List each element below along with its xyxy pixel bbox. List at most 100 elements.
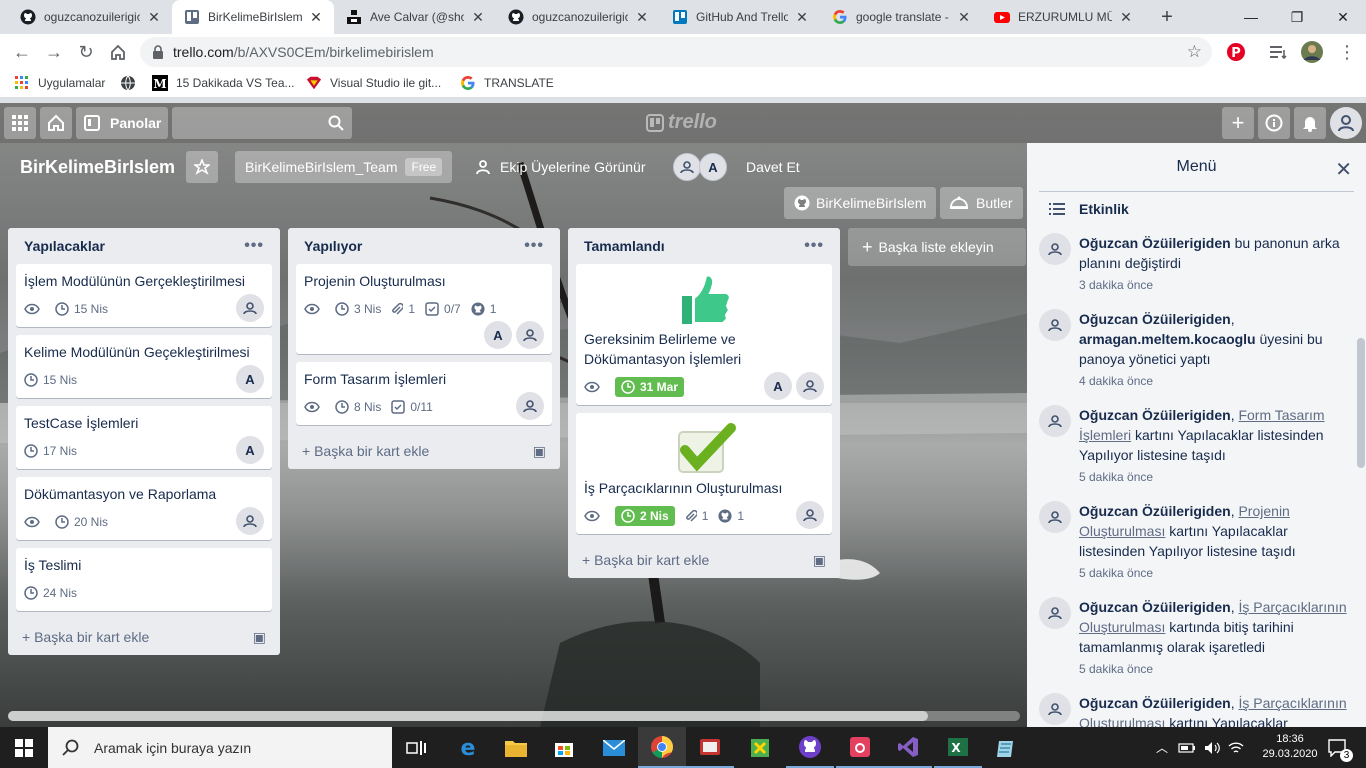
- due-date-complete-badge[interactable]: 31 Mar: [615, 377, 685, 397]
- github-desktop-icon[interactable]: [786, 727, 834, 768]
- add-card-button[interactable]: + Başka bir kart ekle ▣: [568, 542, 840, 578]
- list-title[interactable]: Yapılıyor: [304, 238, 362, 254]
- taskbar-search-input[interactable]: Aramak için buraya yazın: [48, 727, 392, 768]
- create-button[interactable]: +: [1222, 107, 1254, 139]
- minimize-button[interactable]: —: [1228, 0, 1274, 34]
- edge-icon[interactable]: e: [444, 727, 492, 768]
- taskbar-clock[interactable]: 18:36 29.03.2020: [1260, 732, 1320, 762]
- visibility-button[interactable]: Ekip Üyelerine Görünür: [464, 151, 656, 183]
- list-menu-icon[interactable]: •••: [804, 237, 824, 255]
- board-title[interactable]: BirKelimeBirIslem: [20, 157, 175, 178]
- new-tab-button[interactable]: +: [1155, 5, 1179, 29]
- bookmark-item[interactable]: TRANSLATE: [460, 75, 554, 91]
- browser-tab[interactable]: google translate - ✕: [820, 0, 982, 34]
- list-title[interactable]: Tamamlandı: [584, 238, 665, 254]
- star-board-button[interactable]: [186, 151, 218, 183]
- avatar[interactable]: [1039, 501, 1071, 533]
- activity-target-user[interactable]: armagan.meltem.kocaoglu: [1079, 331, 1256, 347]
- activity-time[interactable]: 5 dakika önce: [1079, 565, 1349, 581]
- card[interactable]: Dökümantasyon ve Raporlama 20 Nis: [16, 477, 272, 540]
- avatar[interactable]: [1039, 405, 1071, 437]
- card[interactable]: Kelime Modülünün Geçekleştirilmesi 15 Ni…: [16, 335, 272, 398]
- maximize-button[interactable]: ❐: [1274, 0, 1320, 34]
- add-card-button[interactable]: + Başka bir kart ekle ▣: [8, 619, 280, 655]
- close-icon[interactable]: ✕: [956, 9, 972, 26]
- card[interactable]: İşlem Modülünün Gerçekleştirilmesi 15 Ni…: [16, 264, 272, 327]
- visual-studio-icon[interactable]: [884, 727, 932, 768]
- card-template-icon[interactable]: ▣: [813, 552, 826, 569]
- card-member-avatar[interactable]: [796, 501, 824, 529]
- notes-app-icon[interactable]: [982, 727, 1030, 768]
- list-menu-icon[interactable]: •••: [244, 237, 264, 255]
- menu-vertical-scrollbar[interactable]: [1357, 338, 1365, 468]
- member-menu-avatar[interactable]: [1330, 107, 1362, 139]
- board-member-avatar[interactable]: [673, 153, 701, 181]
- file-explorer-icon[interactable]: [492, 727, 540, 768]
- avatar[interactable]: [1039, 233, 1071, 265]
- activity-user[interactable]: Oğuzcan Özüilerigiden: [1079, 695, 1231, 711]
- activity-time[interactable]: 4 dakika önce: [1079, 373, 1349, 389]
- avatar[interactable]: [1039, 309, 1071, 341]
- activity-user[interactable]: Oğuzcan Özüilerigiden: [1079, 407, 1231, 423]
- card-member-avatar[interactable]: A: [236, 365, 264, 393]
- card[interactable]: İş Parçacıklarının Oluşturulması 2 Nis 1…: [576, 413, 832, 534]
- list-menu-icon[interactable]: •••: [524, 237, 544, 255]
- card-member-avatar[interactable]: A: [484, 321, 512, 349]
- card[interactable]: Gereksinim Belirleme ve Dökümantasyon İş…: [576, 264, 832, 405]
- add-card-button[interactable]: + Başka bir kart ekle ▣: [288, 433, 560, 469]
- close-icon[interactable]: ✕: [794, 9, 810, 26]
- system-tray[interactable]: ︿: [1156, 727, 1244, 768]
- home-button[interactable]: [106, 40, 130, 64]
- activity-time[interactable]: 5 dakika önce: [1079, 661, 1349, 677]
- close-icon[interactable]: ✕: [1335, 157, 1352, 182]
- back-button[interactable]: ←: [10, 40, 34, 64]
- trello-logo[interactable]: trello: [646, 111, 717, 134]
- team-button[interactable]: BirKelimeBirIslem_Team Free: [235, 151, 453, 183]
- card-member-avatar[interactable]: [236, 507, 264, 535]
- card-template-icon[interactable]: ▣: [533, 443, 546, 460]
- board-search-input[interactable]: [172, 107, 352, 139]
- card-member-avatar[interactable]: [796, 372, 824, 400]
- task-view-icon[interactable]: [392, 727, 440, 768]
- butler-button[interactable]: Butler: [940, 187, 1023, 219]
- info-button[interactable]: [1258, 107, 1290, 139]
- browser-tab-active[interactable]: BirKelimeBirIslem | ✕: [172, 0, 334, 34]
- start-button[interactable]: [0, 727, 48, 768]
- boards-button[interactable]: Panolar: [76, 107, 168, 139]
- board-horizontal-scrollbar[interactable]: [8, 711, 1020, 721]
- card-member-avatar[interactable]: [516, 321, 544, 349]
- chrome-menu-icon[interactable]: ⋮: [1336, 41, 1358, 63]
- card-member-avatar[interactable]: [236, 294, 264, 322]
- avatar[interactable]: [1039, 693, 1071, 725]
- card-member-avatar[interactable]: A: [236, 436, 264, 464]
- browser-tab[interactable]: ERZURUMLU MÜN ✕: [982, 0, 1144, 34]
- activity-user[interactable]: Oğuzcan Özüilerigiden: [1079, 311, 1231, 327]
- card-member-avatar[interactable]: A: [764, 372, 792, 400]
- address-bar[interactable]: trello.com/b/AXVS0CEm/birkelimebirislem …: [140, 37, 1212, 67]
- card[interactable]: Projenin Oluşturulması 3 Nis 1 0/7 1 A: [296, 264, 552, 354]
- store-icon[interactable]: [540, 727, 588, 768]
- card[interactable]: TestCase İşlemleri 17 Nis A: [16, 406, 272, 469]
- scrollbar-thumb[interactable]: [8, 711, 928, 721]
- activity-time[interactable]: 5 dakika önce: [1079, 469, 1349, 485]
- chrome-taskbar-icon[interactable]: [638, 727, 686, 768]
- github-powerup-button[interactable]: BirKelimeBirIslem: [784, 187, 937, 219]
- card[interactable]: İş Teslimi 24 Nis: [16, 548, 272, 611]
- browser-tab[interactable]: GitHub And Trello ✕: [660, 0, 820, 34]
- forward-button[interactable]: →: [42, 40, 66, 64]
- excel-icon[interactable]: X: [934, 727, 982, 768]
- pinterest-icon[interactable]: P: [1225, 41, 1247, 63]
- dev-tool-icon[interactable]: [736, 727, 784, 768]
- notifications-button[interactable]: [1294, 107, 1326, 139]
- board-member-avatar-a[interactable]: A: [699, 153, 727, 181]
- activity-user[interactable]: Oğuzcan Özüilerigiden: [1079, 599, 1231, 615]
- close-icon[interactable]: ✕: [470, 9, 486, 26]
- card-template-icon[interactable]: ▣: [253, 629, 266, 646]
- close-icon[interactable]: ✕: [146, 9, 162, 26]
- home-button[interactable]: [40, 107, 72, 139]
- due-date-complete-badge[interactable]: 2 Nis: [615, 506, 675, 526]
- apps-switcher-button[interactable]: [4, 107, 36, 139]
- close-icon[interactable]: ✕: [308, 9, 324, 26]
- browser-tab[interactable]: oguzcanozuilerigic ✕: [496, 0, 660, 34]
- bookmark-star-icon[interactable]: ☆: [1187, 42, 1202, 62]
